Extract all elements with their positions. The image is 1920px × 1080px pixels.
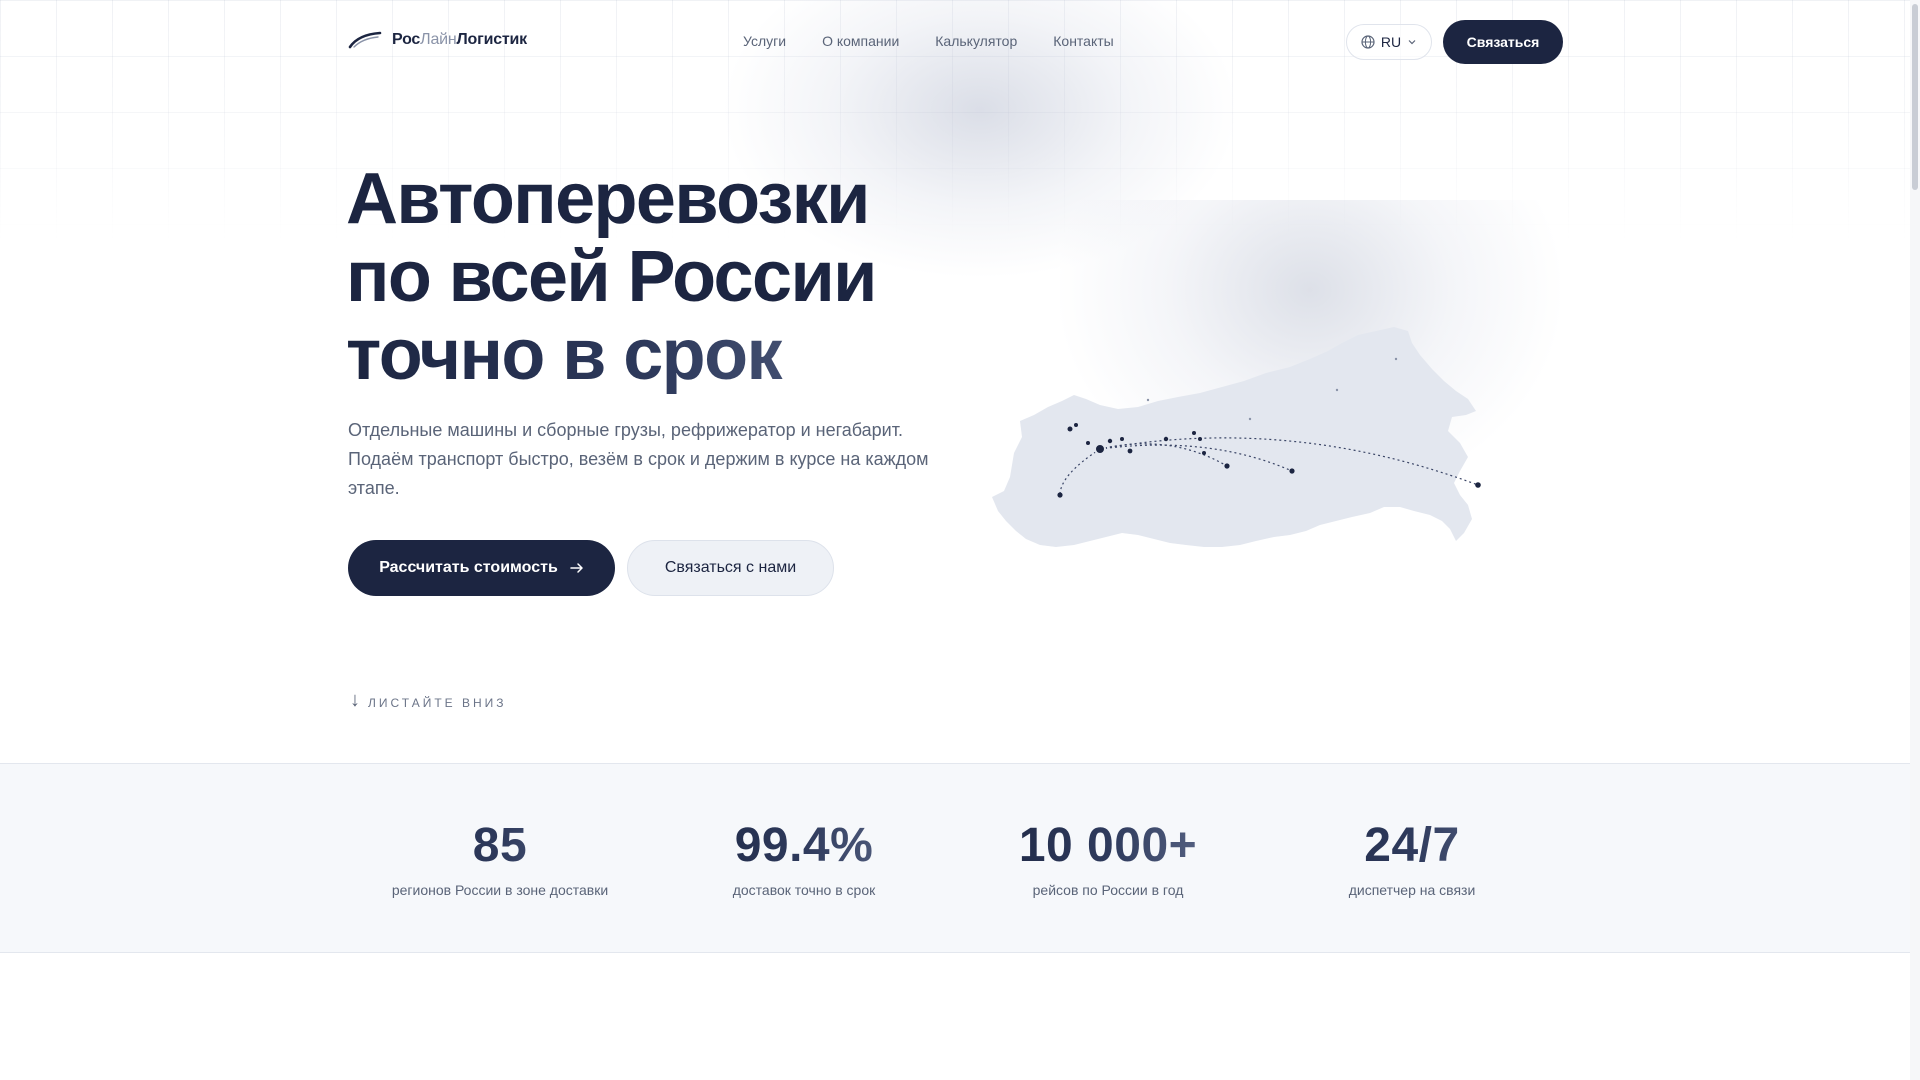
- contact-button-header[interactable]: Связаться: [1443, 20, 1563, 64]
- stat-on-time: 99.4% доставок точно в срок: [654, 820, 954, 899]
- site-header: РосЛайнЛогистик Услуги О компании Кальку…: [0, 0, 1920, 84]
- hero-title-line-2: по всей России: [346, 237, 877, 317]
- hero-title: Автоперевозки по всей России точно в сро…: [346, 160, 1046, 394]
- nav-item-contacts[interactable]: Контакты: [1053, 33, 1113, 49]
- stat-dispatcher: 24/7 диспетчер на связи: [1262, 820, 1562, 899]
- nav-item-calculator[interactable]: Калькулятор: [935, 33, 1017, 49]
- stat-label: доставок точно в срок: [732, 882, 876, 898]
- page: РосЛайнЛогистик Услуги О компании Кальку…: [0, 0, 1920, 1080]
- hero-title-line-3: точно в срок: [346, 316, 1046, 394]
- stat-label: диспетчер на связи: [1348, 882, 1476, 898]
- hero-title-line-1: Автоперевозки: [346, 159, 870, 239]
- calculate-cost-label: Рассчитать стоимость: [379, 559, 558, 576]
- calculate-cost-button[interactable]: Рассчитать стоимость: [348, 540, 615, 596]
- russia-map-shape: [992, 327, 1476, 547]
- nav-item-about[interactable]: О компании: [822, 33, 899, 49]
- nav-item-services[interactable]: Услуги: [743, 33, 786, 49]
- scrollbar-thumb[interactable]: [1912, 4, 1918, 190]
- logo-text: РосЛайнЛогистик: [392, 31, 527, 48]
- stat-regions: 85 регионов России в зоне доставки: [350, 820, 650, 899]
- logo[interactable]: РосЛайнЛогистик: [348, 30, 527, 50]
- logo-swoosh-icon: [348, 31, 382, 49]
- stat-trips: 10 000+ рейсов по России в год: [958, 820, 1258, 899]
- page-scrollbar[interactable]: [1910, 0, 1920, 1080]
- stat-label: регионов России в зоне доставки: [391, 882, 609, 898]
- scroll-hint-label: ЛИСТАЙТЕ ВНИЗ: [368, 696, 507, 710]
- stats-section: 85 регионов России в зоне доставки 99.4%…: [0, 763, 1910, 953]
- arrow-right-icon: [570, 563, 583, 573]
- chevron-down-icon: [1408, 40, 1416, 45]
- hub-point: [1094, 443, 1106, 455]
- russia-route-map: [992, 327, 1481, 547]
- stat-value: 24/7: [1262, 820, 1562, 872]
- arrow-down-icon: ↓: [350, 689, 360, 711]
- language-switcher[interactable]: RU: [1346, 24, 1432, 60]
- stat-value: 10 000+: [958, 820, 1258, 872]
- main-nav: Услуги О компании Калькулятор Контакты: [743, 33, 1114, 49]
- globe-icon: [1361, 35, 1375, 49]
- stat-label: рейсов по России в год: [1032, 882, 1184, 898]
- scroll-hint[interactable]: ↓ ЛИСТАЙТЕ ВНИЗ: [350, 690, 507, 710]
- hero-subtitle: Отдельные машины и сборные грузы, рефриж…: [348, 420, 929, 498]
- stat-value: 85: [350, 820, 650, 872]
- contact-us-button[interactable]: Связаться с нами: [627, 540, 834, 596]
- language-label: RU: [1380, 34, 1402, 50]
- stat-value: 99.4%: [654, 820, 954, 872]
